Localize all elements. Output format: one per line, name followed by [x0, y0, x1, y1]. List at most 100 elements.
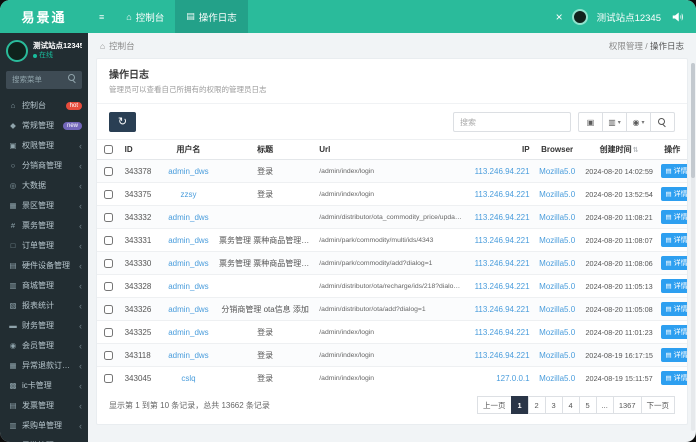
close-tabs-icon[interactable]: ×: [556, 11, 563, 23]
search-button[interactable]: [650, 112, 675, 132]
row-checkbox[interactable]: [104, 212, 114, 222]
sidebar-menu-item[interactable]: ○ 分销商管理 ‹: [0, 156, 88, 176]
select-all-checkbox[interactable]: [104, 145, 114, 155]
row-checkbox[interactable]: [104, 327, 114, 337]
cell-username-link[interactable]: cslq: [181, 374, 195, 383]
page-button[interactable]: 1367: [612, 396, 642, 414]
row-checkbox[interactable]: [104, 304, 114, 314]
cell-browser-link[interactable]: Mozilla5.0: [539, 282, 575, 291]
cell-ip-link[interactable]: 113.246.94.221: [475, 328, 530, 337]
breadcrumb-left[interactable]: 控制台: [109, 40, 135, 52]
sidebar-menu-item[interactable]: □ 订单管理 ‹: [0, 236, 88, 256]
cell-browser-link[interactable]: Mozilla5.0: [539, 305, 575, 314]
row-checkbox[interactable]: [104, 235, 114, 245]
cell-ip-link[interactable]: 113.246.94.221: [475, 167, 530, 176]
cell-username-link[interactable]: admin_dws: [168, 236, 208, 245]
breadcrumb-section[interactable]: 权限管理: [609, 41, 643, 51]
cell-username-link[interactable]: admin_dws: [168, 305, 208, 314]
cell-ip-link[interactable]: 113.246.94.221: [475, 259, 530, 268]
detail-button[interactable]: ▤ 详情: [661, 371, 687, 385]
detail-button[interactable]: ▤ 详情: [661, 256, 687, 270]
row-checkbox[interactable]: [104, 373, 114, 383]
col-header-browser[interactable]: Browser: [533, 139, 581, 160]
sidebar-menu-item[interactable]: ▤ 发票管理 ‹: [0, 396, 88, 416]
sidebar-menu-item[interactable]: ▩ ic卡管理 ‹: [0, 376, 88, 396]
page-button[interactable]: 2: [527, 396, 546, 414]
row-checkbox[interactable]: [104, 350, 114, 360]
detail-button[interactable]: ▤ 详情: [661, 187, 687, 201]
page-button[interactable]: 上一页: [477, 396, 512, 414]
view-toggle-button[interactable]: ▣: [578, 112, 603, 132]
filter-button[interactable]: ◉ ▾: [626, 112, 651, 132]
cell-ip-link[interactable]: 113.246.94.221: [475, 282, 530, 291]
cell-username-link[interactable]: admin_dws: [168, 213, 208, 222]
sidebar-menu-item[interactable]: ▬ 财务管理 ‹: [0, 316, 88, 336]
cell-username-link[interactable]: zzsy: [180, 190, 196, 199]
cell-browser-link[interactable]: Mozilla5.0: [539, 351, 575, 360]
cell-username-link[interactable]: admin_dws: [168, 328, 208, 337]
row-checkbox[interactable]: [104, 281, 114, 291]
cell-username-link[interactable]: admin_dws: [168, 282, 208, 291]
sidebar-menu-item[interactable]: ▦ 景区管理 ‹: [0, 196, 88, 216]
page-button[interactable]: 3: [544, 396, 563, 414]
columns-button[interactable]: ▥ ▾: [602, 112, 627, 132]
cell-browser-link[interactable]: Mozilla5.0: [539, 374, 575, 383]
cell-username-link[interactable]: admin_dws: [168, 351, 208, 360]
row-checkbox[interactable]: [104, 166, 114, 176]
sidebar-toggle-button[interactable]: ≡: [88, 0, 115, 33]
cell-browser-link[interactable]: Mozilla5.0: [539, 328, 575, 337]
cell-ip-link[interactable]: 127.0.0.1: [496, 374, 529, 383]
cell-browser-link[interactable]: Mozilla5.0: [539, 236, 575, 245]
cell-browser-link[interactable]: Mozilla5.0: [539, 190, 575, 199]
scrollbar-thumb[interactable]: [691, 63, 695, 178]
cell-ip-link[interactable]: 113.246.94.221: [475, 305, 530, 314]
scrollbar-track[interactable]: [691, 63, 695, 431]
cell-browser-link[interactable]: Mozilla5.0: [539, 213, 575, 222]
sidebar-menu-item[interactable]: ▥ 采购单管理 ‹: [0, 416, 88, 436]
sidebar-menu-item[interactable]: ◉ 会员管理 ‹: [0, 336, 88, 356]
cell-ip-link[interactable]: 113.246.94.221: [475, 213, 530, 222]
detail-button[interactable]: ▤ 详情: [661, 348, 687, 362]
row-checkbox[interactable]: [104, 189, 114, 199]
page-button[interactable]: 下一页: [640, 396, 675, 414]
sidebar-menu-item[interactable]: ⌂ 控制台 hot ‹: [0, 96, 88, 116]
col-header-url[interactable]: Url: [315, 139, 466, 160]
detail-button[interactable]: ▤ 详情: [661, 164, 687, 178]
user-name[interactable]: 测试站点12345: [597, 10, 661, 24]
cell-username-link[interactable]: admin_dws: [168, 167, 208, 176]
col-header-id[interactable]: ID: [120, 139, 162, 160]
col-header-username[interactable]: 用户名: [161, 139, 215, 160]
page-button[interactable]: ...: [595, 396, 614, 414]
sidebar-menu-item[interactable]: ▥ 商城管理 ‹: [0, 276, 88, 296]
row-checkbox[interactable]: [104, 258, 114, 268]
sidebar-menu-item[interactable]: ▤ 硬件设备管理 ‹: [0, 256, 88, 276]
col-header-title[interactable]: 标题: [214, 139, 316, 160]
sidebar-avatar[interactable]: [6, 40, 28, 62]
detail-button[interactable]: ▤ 详情: [661, 233, 687, 247]
detail-button[interactable]: ▤ 详情: [661, 210, 687, 224]
page-button[interactable]: 4: [561, 396, 580, 414]
detail-button[interactable]: ▤ 详情: [661, 279, 687, 293]
cell-browser-link[interactable]: Mozilla5.0: [539, 259, 575, 268]
sidebar-menu-item[interactable]: ◎ 大数据 ‹: [0, 176, 88, 196]
sidebar-menu-item[interactable]: ◆ 常规管理 new ‹: [0, 116, 88, 136]
user-avatar[interactable]: [571, 8, 588, 25]
sidebar-menu-item[interactable]: ▣ 权限管理 ‹: [0, 136, 88, 156]
cell-ip-link[interactable]: 113.246.94.221: [475, 236, 530, 245]
announcement-icon[interactable]: [672, 11, 684, 23]
page-button[interactable]: 5: [578, 396, 597, 414]
top-tab-operation-log[interactable]: ▤ 操作日志: [175, 0, 248, 33]
col-header-createtime[interactable]: 创建时间⇅: [580, 139, 658, 160]
cell-username-link[interactable]: admin_dws: [168, 259, 208, 268]
detail-button[interactable]: ▤ 详情: [661, 302, 687, 316]
refresh-button[interactable]: ↻: [109, 112, 136, 132]
cell-ip-link[interactable]: 113.246.94.221: [475, 351, 530, 360]
page-button[interactable]: 1: [510, 396, 529, 414]
col-header-ip[interactable]: IP: [465, 139, 534, 160]
cell-ip-link[interactable]: 113.246.94.221: [475, 190, 530, 199]
sidebar-menu-item[interactable]: ▦ 异常退款订单补单 ‹: [0, 356, 88, 376]
top-tab-dashboard[interactable]: ⌂ 控制台: [115, 0, 175, 33]
sidebar-menu-item[interactable]: ◎ 导游管理 ‹: [0, 436, 88, 442]
sidebar-menu-item[interactable]: ▧ 报表统计 ‹: [0, 296, 88, 316]
sidebar-menu-item[interactable]: # 票务管理 ‹: [0, 216, 88, 236]
